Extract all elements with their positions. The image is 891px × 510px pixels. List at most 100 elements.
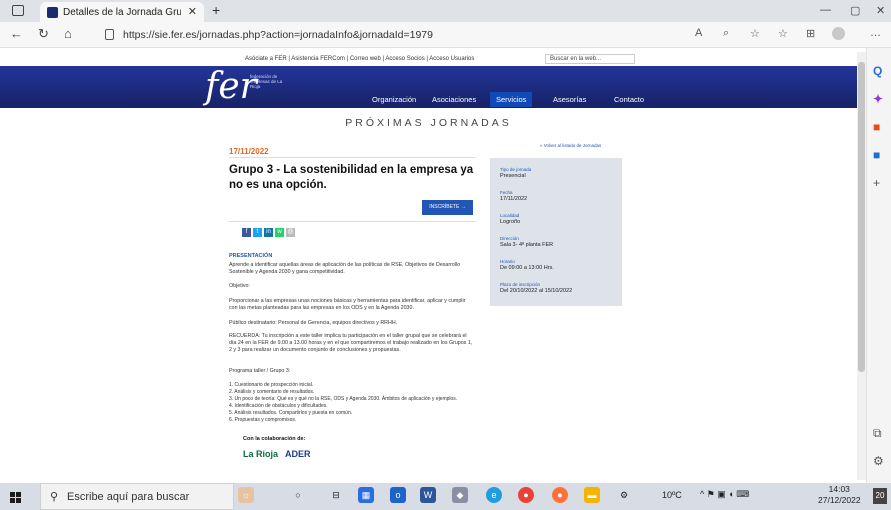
office-icon[interactable]: ■ (873, 120, 880, 134)
info-value: 17/11/2022 (500, 196, 528, 202)
url-text: https://sie.fer.es/jornadas.php?action=j… (123, 29, 433, 41)
news-widget-icon[interactable]: ☼ (238, 487, 254, 503)
facebook-icon[interactable]: f (242, 228, 251, 237)
browser-tab[interactable]: Detalles de la Jornada Grupo 3 ✕ (40, 2, 204, 22)
page-heading: PRÓXIMAS JORNADAS (345, 117, 512, 129)
programa-label: Programa taller / Grupo 3: (229, 368, 291, 374)
menu-asociaciones[interactable]: Asociaciones (432, 95, 476, 104)
read-aloud-icon[interactable]: A (695, 27, 702, 39)
taskbar-clock[interactable]: 14:03 27/12/2022 (818, 484, 861, 506)
notification-badge[interactable]: 20 (873, 488, 887, 504)
site-search-input[interactable]: Buscar en la web... (545, 54, 635, 64)
app-icon[interactable]: ◆ (452, 487, 468, 503)
event-title: Grupo 3 - La sostenibilidad en la empres… (229, 164, 474, 191)
site-navbar (0, 66, 857, 108)
back-to-list-link[interactable]: « Volver al listado de Jornadas (540, 143, 601, 148)
back-icon[interactable]: ← (10, 26, 23, 41)
program-item: 2. Análisis y comentario de resultados. (229, 389, 315, 395)
outlook-app-icon[interactable]: o (390, 487, 406, 503)
la-rioja-logo: La Rioja (243, 449, 279, 459)
favorites-icon[interactable]: ☆ (778, 27, 788, 40)
intro-text: Aprende a identificar aquellas áreas de … (229, 262, 461, 275)
info-label: Dirección (500, 236, 519, 241)
objetivo-label: Objetivo: (229, 283, 250, 289)
whatsapp-icon[interactable]: w (275, 228, 284, 237)
explorer-app-icon[interactable]: ▬ (584, 487, 600, 503)
menu-organizacion[interactable]: Organización (372, 95, 416, 104)
edge-app-icon[interactable]: e (486, 487, 502, 503)
home-icon[interactable]: ⌂ (64, 26, 72, 41)
windows-start-icon[interactable] (10, 492, 21, 503)
program-item: 5. Análisis resultados. Compartirlos y p… (229, 410, 353, 416)
info-value: Sala 3- 4ª planta FER (500, 242, 554, 248)
section-heading: PRESENTACIÓN (229, 253, 273, 259)
search-icon: ⚲ (50, 491, 59, 503)
settings-icon[interactable]: ⚙ (873, 454, 884, 468)
email-icon[interactable]: @ (286, 228, 295, 237)
firefox-app-icon[interactable]: ● (552, 487, 568, 503)
logo-subtitle: federación de empresas de La Rioja (250, 74, 283, 89)
system-tray-icons[interactable]: ^ ⚑ ▣ ◖ ⌨ (700, 489, 749, 500)
zoom-icon[interactable]: ⌕ (723, 27, 729, 40)
program-item: 1. Cuestionario de prospección inicial. (229, 382, 314, 388)
taskbar-search-text: Escribe aquí para buscar (67, 491, 190, 503)
divider (229, 157, 475, 158)
recuerda-text: RECUERDA: Tu inscripción a este taller i… (229, 333, 473, 353)
info-label: Localidad (500, 213, 520, 218)
info-label: Fecha (500, 190, 513, 195)
info-value: Logroño (500, 219, 521, 225)
taskbar-search[interactable]: ⚲ Escribe aquí para buscar (40, 483, 234, 510)
calendar-app-icon[interactable]: ▦ (358, 487, 374, 503)
outlook-icon[interactable]: ■ (873, 148, 880, 162)
collections-icon[interactable]: ⊞ (806, 27, 815, 40)
program-item: 6. Propuestas y compromisos. (229, 417, 297, 423)
site-top-links: Asóciate a FER | Asistencia FERCom | Cor… (0, 52, 857, 66)
refresh-icon[interactable]: ↻ (38, 26, 49, 42)
shopping-icon[interactable]: ✦ (873, 92, 883, 106)
clock-time: 14:03 (828, 484, 850, 494)
favorites-add-icon[interactable]: ☆ (750, 27, 760, 40)
info-value: Del 20/10/2022 al 15/10/2022 (500, 288, 573, 294)
info-label: Plazo de inscripción (500, 282, 541, 287)
info-value: De 09:00 a 13:00 Hrs. (500, 265, 554, 271)
profile-avatar[interactable] (832, 27, 845, 40)
inscribete-button[interactable]: INSCRÍBETE → (422, 200, 473, 215)
colaboracion-label: Con la colaboración de: (243, 436, 306, 442)
minimize-icon[interactable]: — (820, 4, 831, 16)
ader-logo: ADER (285, 449, 311, 459)
clock-date: 27/12/2022 (818, 495, 861, 505)
cortana-icon[interactable]: ○ (290, 487, 306, 503)
close-tab-icon[interactable]: ✕ (188, 5, 197, 18)
program-item: 3. Un poco de teoría: Qué es y qué no la… (229, 396, 458, 402)
settings-app-icon[interactable]: ⚙ (616, 487, 632, 503)
divider (229, 221, 475, 222)
more-options-icon[interactable]: … (870, 27, 881, 39)
close-window-icon[interactable]: ✕ (876, 4, 885, 17)
menu-servicios[interactable]: Servicios (490, 92, 533, 107)
split-screen-icon[interactable]: ⧉ (873, 426, 882, 441)
info-label: Tipo de jornada (500, 167, 532, 172)
linkedin-icon[interactable]: in (264, 228, 273, 237)
address-bar[interactable]: https://sie.fer.es/jornadas.php?action=j… (97, 25, 842, 45)
search-icon[interactable]: Q (873, 64, 882, 78)
menu-asesorias[interactable]: Asesorías (553, 95, 586, 104)
top-links[interactable]: Asóciate a FER | Asistencia FERCom | Cor… (245, 56, 474, 62)
twitter-icon[interactable]: t (253, 228, 262, 237)
menu-contacto[interactable]: Contacto (614, 95, 644, 104)
add-sidebar-icon[interactable]: + (873, 176, 880, 190)
program-item: 4. Identificación de obstáculos y dificu… (229, 403, 328, 409)
objetivo-text: Proporcionar a las empresas unas nocione… (229, 298, 466, 311)
favicon-icon (47, 7, 58, 18)
event-date: 17/11/2022 (229, 147, 269, 156)
task-view-icon[interactable]: ⊟ (328, 487, 344, 503)
edge-sidebar: Q ✦ ■ ■ + ⧉ ⚙ (866, 48, 891, 483)
maximize-icon[interactable]: ▢ (850, 4, 860, 17)
info-label: Horario (500, 259, 515, 264)
tab-title: Detalles de la Jornada Grupo 3 (63, 7, 181, 18)
word-app-icon[interactable]: W (420, 487, 436, 503)
weather-text[interactable]: 10ºC (662, 490, 682, 500)
scrollbar-thumb[interactable] (858, 62, 865, 372)
new-tab-icon[interactable]: + (212, 2, 220, 18)
tab-actions-icon[interactable] (12, 5, 24, 16)
chrome-app-icon[interactable]: ● (518, 487, 534, 503)
